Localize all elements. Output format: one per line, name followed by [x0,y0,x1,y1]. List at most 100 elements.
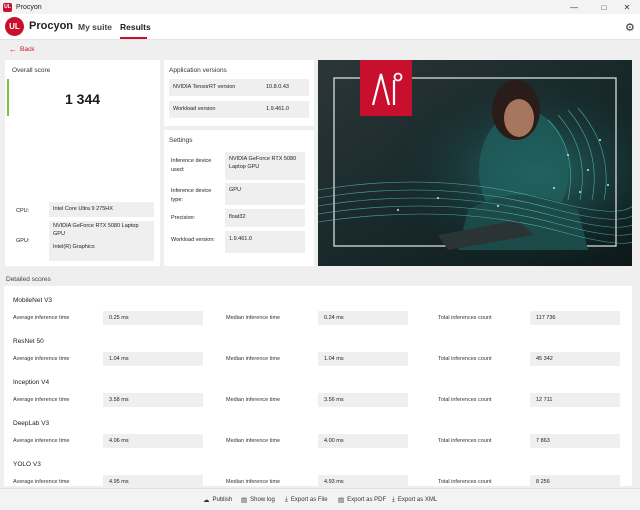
inference-device-value-text: NVIDIA GeForce RTX 5080 Laptop GPU [229,156,297,170]
score-indicator-bar [7,79,9,116]
hero-banner-image [318,60,632,266]
total-count-value: 12 711 [530,393,620,407]
document-icon: ▤ [241,497,248,504]
inference-device-label: Inference device used: [171,158,212,173]
average-time-value: 1.04 ms [103,352,203,366]
overall-score-title: Overall score [12,67,51,74]
median-time-label: Median inference time [226,356,281,362]
median-time-value: 3.56 ms [318,393,408,407]
device-type-label: Inference device type: [171,188,212,203]
arrow-left-icon: ← [9,45,17,54]
tab-my-suite[interactable]: My suite [78,22,112,32]
total-count-value: 45 342 [530,352,620,366]
median-time-value: 4.00 ms [318,434,408,448]
total-count-label: Total inferences count [438,356,492,362]
cpu-value-text: Intel Core Ultra 9 275HX [53,206,113,212]
precision-label: Precision: [171,215,196,221]
detailed-scores-panel: MobileNet V3 Average inference time 0.25 m… [4,286,632,486]
minimize-icon[interactable]: — [561,0,587,14]
average-time-value: 3.58 ms [103,393,203,407]
workload-version-row: Workload version 1.9.461.0 [169,101,309,118]
show-log-button[interactable]: ▤ Show log [241,496,275,504]
average-time-label: Average inference time [13,397,70,403]
median-time-label: Median inference time [226,438,281,444]
window-title: Procyon [16,3,42,11]
device-type-value-text: GPU [229,187,241,193]
average-time-label: Average inference time [13,356,70,362]
total-count-label: Total inferences count [438,479,492,485]
average-time-value: 4.95 ms [103,475,203,486]
publish-button[interactable]: ☁ Publish [203,496,232,504]
score-group-name: DeepLab V3 [13,420,50,427]
total-count-value: 117 736 [530,311,620,325]
tensorrt-label: NVIDIA TensorRT version [173,84,236,90]
window-titlebar: UL Procyon [0,0,640,14]
gpu-value: NVIDIA GeForce RTX 5080 Laptop GPU Intel… [49,221,154,261]
cpu-value: Intel Core Ultra 9 275HX [49,202,154,217]
export-pdf-label: Export as PDF [347,497,387,503]
precision-value: float32 [225,209,305,227]
back-link[interactable]: ← Back [9,45,34,54]
average-time-value: 4.06 ms [103,434,203,448]
average-time-value: 0.25 ms [103,311,203,325]
export-pdf-button[interactable]: ▤ Export as PDF [338,496,386,504]
app-icon: UL [3,2,12,12]
average-time-label: Average inference time [13,438,70,444]
median-time-value: 0.24 ms [318,311,408,325]
show-log-label: Show log [250,497,275,503]
export-file-label: Export as File [290,497,328,503]
download-icon: ⤓ [392,496,395,503]
app-versions-title: Application versions [169,67,227,74]
settings-workload-value: 1.9.461.0 [225,231,305,253]
average-time-label: Average inference time [13,479,70,485]
precision-value-text: float32 [229,214,246,220]
ul-logo: UL [5,17,24,36]
export-file-button[interactable]: ⤓ Export as File [285,496,328,504]
total-count-label: Total inferences count [438,397,492,403]
settings-workload-label: Workload version: [171,237,215,243]
export-xml-label: Export as XML [397,497,438,503]
workload-version-value: 1.9.461.0 [266,106,289,112]
gpu-label: GPU: [16,238,30,244]
median-time-value: 4.93 ms [318,475,408,486]
hero-illustration [318,60,632,266]
top-navigation: UL Procyon My suite Results ⚙ [0,14,640,40]
footer-toolbar: ☁ Publish ▤ Show log ⤓ Export as File ▤ … [0,488,640,510]
score-group-name: YOLO V3 [13,461,41,468]
cloud-upload-icon: ☁ [203,497,210,504]
active-tab-indicator [120,37,147,39]
median-time-label: Median inference time [226,315,281,321]
detailed-scores-title: Detailed scores [6,276,51,283]
median-time-label: Median inference time [226,479,281,485]
settings-workload-value-text: 1.9.461.0 [229,236,252,242]
device-type-value: GPU [225,183,305,205]
brand-name: Procyon [29,20,74,32]
tab-results[interactable]: Results [120,22,151,32]
total-count-label: Total inferences count [438,315,492,321]
inference-device-value: NVIDIA GeForce RTX 5080 Laptop GPU [225,152,305,180]
median-time-value: 1.04 ms [318,352,408,366]
export-xml-button[interactable]: ⤓ Export as XML [392,496,437,504]
total-count-value: 7 863 [530,434,620,448]
tensorrt-value: 10.8.0.43 [266,84,289,90]
settings-title: Settings [169,137,193,144]
gpu-value-primary: NVIDIA GeForce RTX 5080 Laptop GPU [53,223,139,237]
average-time-label: Average inference time [13,315,70,321]
gear-icon[interactable]: ⚙ [625,21,635,34]
gpu-value-secondary: Intel(R) Graphics [53,243,95,250]
publish-label: Publish [212,497,233,503]
pdf-icon: ▤ [338,497,345,504]
total-count-value: 8 256 [530,475,620,486]
median-time-label: Median inference time [226,397,281,403]
total-count-label: Total inferences count [438,438,492,444]
overall-score-value: 1 344 [65,91,101,107]
score-group-name: MobileNet V3 [13,297,53,304]
score-group-name: ResNet 50 [13,338,44,345]
cpu-label: CPU: [16,208,30,214]
workload-version-label: Workload version [173,106,216,112]
close-icon[interactable]: ✕ [614,0,640,14]
score-group-name: Inception V4 [13,379,50,386]
download-icon: ⤓ [285,496,288,503]
back-label: Back [20,46,35,53]
tensorrt-row: NVIDIA TensorRT version 10.8.0.43 [169,79,309,96]
